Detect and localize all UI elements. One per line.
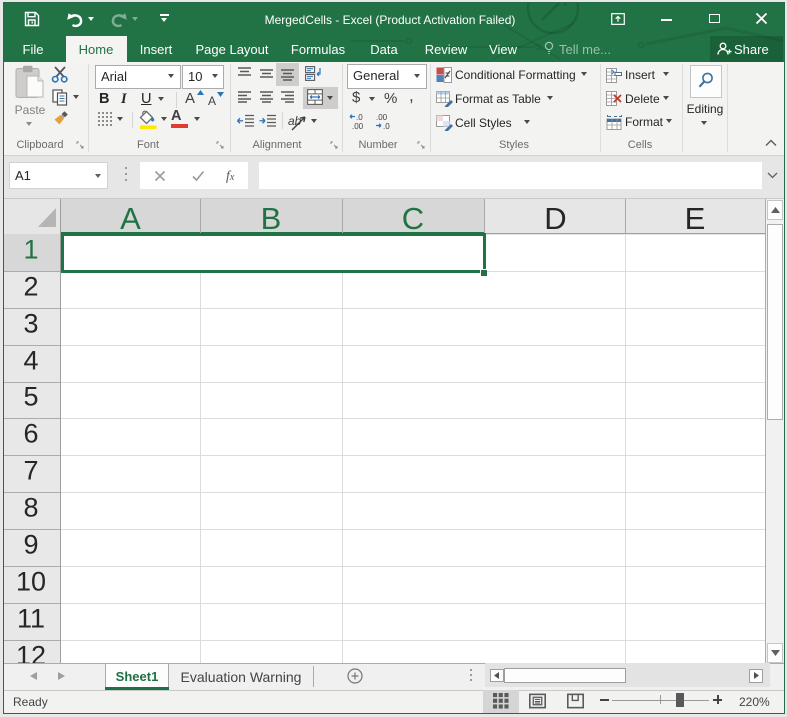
svg-text:.0: .0 xyxy=(356,113,363,122)
svg-text:.0: .0 xyxy=(383,122,390,130)
svg-text:.00: .00 xyxy=(376,113,388,122)
svg-text:.00: .00 xyxy=(352,122,364,130)
svg-text:ab: ab xyxy=(288,114,302,128)
